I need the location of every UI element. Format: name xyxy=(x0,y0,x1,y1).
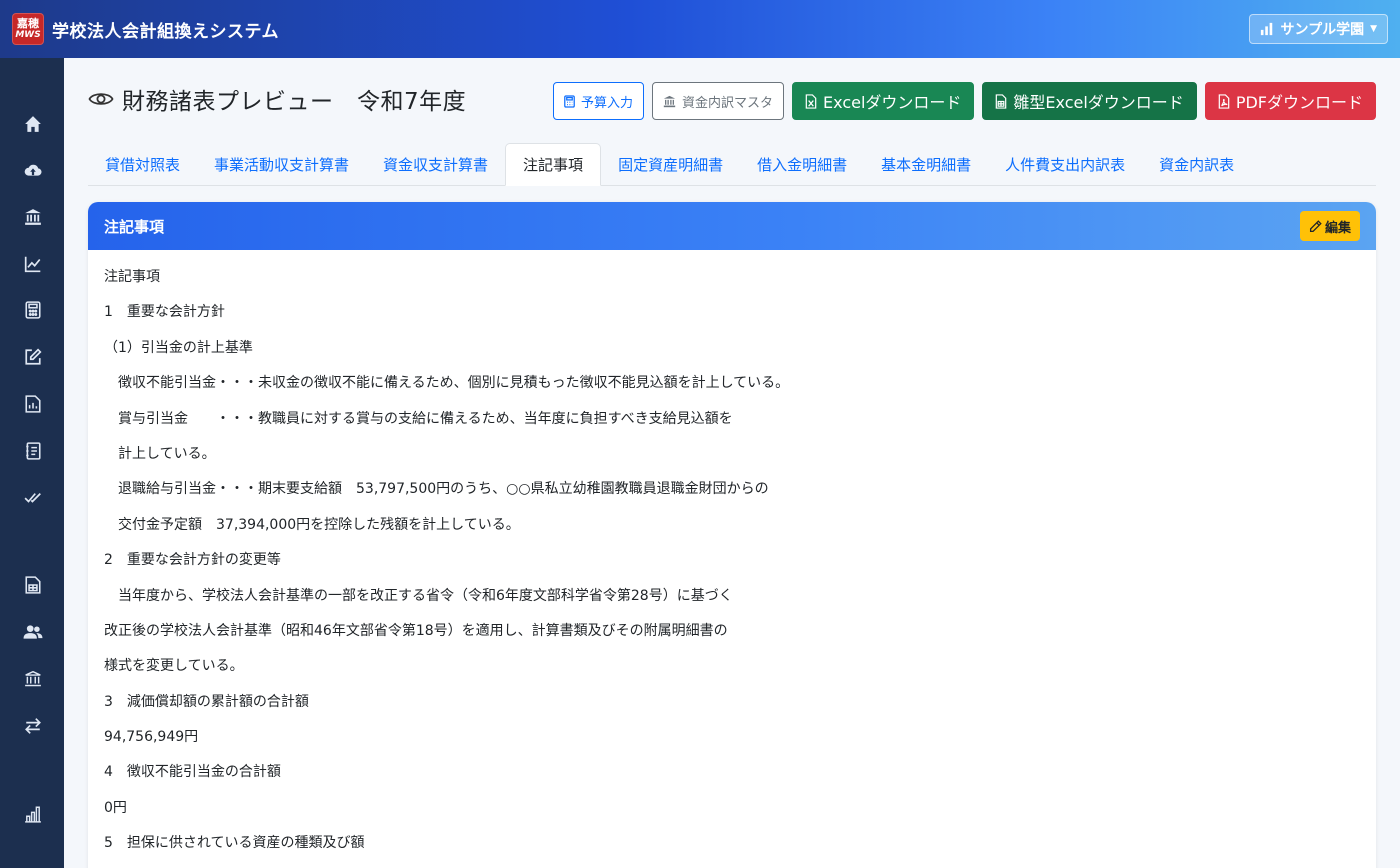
app-logo[interactable]: 嘉穂 MWS xyxy=(12,13,44,45)
calculator-icon[interactable] xyxy=(22,299,44,321)
notes-line: 0円 xyxy=(104,799,127,816)
cloud-upload-icon[interactable] xyxy=(22,159,44,181)
notes-line: 4 徴収不能引当金の合計額 xyxy=(104,764,281,781)
notes-line: 3 減価償却額の累計額の合計額 xyxy=(104,693,309,710)
notes-line: 1 重要な会計方針 xyxy=(104,304,225,321)
file-spreadsheet-icon xyxy=(996,93,1007,109)
tab-cash-flow-statement[interactable]: 資金収支計算書 xyxy=(366,143,505,185)
caret-down-icon: ▼ xyxy=(1370,24,1377,34)
calculator-icon xyxy=(564,94,575,108)
template-excel-download-label: 雛型Excelダウンロード xyxy=(1013,93,1184,112)
tab-notes[interactable]: 注記事項 xyxy=(505,143,602,186)
main-content: 財務諸表プレビュー 令和7年度 予算入力 資金内訳マスタ Excelダウンロード… xyxy=(64,58,1400,868)
notes-line: 2 重要な会計方針の変更等 xyxy=(104,552,281,569)
eye-icon xyxy=(88,93,114,105)
journal-icon[interactable] xyxy=(22,440,44,462)
tab-fund-breakdown[interactable]: 資金内訳表 xyxy=(1142,143,1251,185)
institution-icon[interactable] xyxy=(22,668,44,690)
check-double-icon[interactable] xyxy=(22,486,44,508)
app-title[interactable]: 学校法人会計組換えシステム xyxy=(52,17,279,42)
home-icon[interactable] xyxy=(22,113,44,135)
edit-icon[interactable] xyxy=(22,346,44,368)
sidebar xyxy=(0,58,64,868)
file-excel-icon xyxy=(805,93,817,109)
notes-line: 交付金予定額 37,394,000円を控除した残額を計上している。 xyxy=(104,516,520,533)
tab-personnel-expenses[interactable]: 人件費支出内訳表 xyxy=(988,143,1142,185)
fund-master-button[interactable]: 資金内訳マスタ xyxy=(652,82,785,120)
bank-icon[interactable] xyxy=(22,206,44,228)
pdf-download-label: PDFダウンロード xyxy=(1235,93,1363,112)
tab-activity-statement[interactable]: 事業活動収支計算書 xyxy=(197,143,366,185)
users-icon[interactable] xyxy=(22,621,44,643)
logo-text-top: 嘉穂 xyxy=(17,17,39,30)
school-name: サンプル学園 xyxy=(1280,22,1365,38)
notes-line: 注記事項 xyxy=(104,269,160,285)
notes-line: 94,756,949円 xyxy=(104,729,199,746)
logo-text-bottom: MWS xyxy=(15,30,41,40)
transfer-icon[interactable] xyxy=(22,715,44,737)
card-header: 注記事項 編集 xyxy=(88,202,1376,250)
edit-button[interactable]: 編集 xyxy=(1299,211,1360,241)
fund-master-label: 資金内訳マスタ xyxy=(682,95,774,111)
page-title: 財務諸表プレビュー 令和7年度 xyxy=(122,89,467,115)
excel-download-label: Excelダウンロード xyxy=(823,93,962,112)
building-chart-icon xyxy=(1261,22,1273,36)
notes-line: 当年度から、学校法人会計基準の一部を改正する省令（令和6年度文部科学省令第28号… xyxy=(104,587,733,604)
top-navbar: 嘉穂 MWS 学校法人会計組換えシステム サンプル学園 ▼ xyxy=(0,0,1400,58)
notes-line: 改正後の学校法人会計基準（昭和46年文部省令第18号）を適用し、計算書類及びその… xyxy=(104,622,728,639)
notes-line: 計上している。 xyxy=(104,445,216,462)
tab-fixed-assets[interactable]: 固定資産明細書 xyxy=(601,143,740,185)
notes-body: 注記事項 1 重要な会計方針 （1）引当金の計上基準 徴収不能引当金・・・未収金… xyxy=(88,250,1376,868)
notes-line: 賞与引当金 ・・・教職員に対する賞与の支給に備えるため、当年度に負担すべき支給見… xyxy=(104,410,733,427)
excel-download-button[interactable]: Excelダウンロード xyxy=(792,82,975,120)
action-toolbar: 予算入力 資金内訳マスタ Excelダウンロード 雛型Excelダウンロード P… xyxy=(553,82,1376,120)
statement-tabs: 貸借対照表 事業活動収支計算書 資金収支計算書 注記事項 固定資産明細書 借入金… xyxy=(88,143,1376,186)
pdf-download-button[interactable]: PDFダウンロード xyxy=(1204,82,1376,120)
school-selector-button[interactable]: サンプル学園 ▼ xyxy=(1249,14,1388,44)
tab-borrowings[interactable]: 借入金明細書 xyxy=(740,143,864,185)
notes-line: 徴収不能引当金・・・未収金の徴収不能に備えるため、個別に見積もった徴収不能見込額… xyxy=(104,375,790,392)
notes-line: 退職給与引当金・・・期末要支給額 53,797,500円のうち、○○県私立幼稚園… xyxy=(104,481,769,498)
template-excel-download-button[interactable]: 雛型Excelダウンロード xyxy=(982,82,1197,120)
bank-icon xyxy=(663,95,676,107)
edit-label: 編集 xyxy=(1324,220,1351,236)
pencil-icon xyxy=(1309,219,1322,232)
budget-input-button[interactable]: 予算入力 xyxy=(553,82,645,120)
notes-line: 5 担保に供されている資産の種類及び額 xyxy=(104,835,365,852)
budget-input-label: 予算入力 xyxy=(581,95,634,111)
report-icon[interactable] xyxy=(22,393,44,415)
chart-line-icon[interactable] xyxy=(22,253,44,275)
card-title: 注記事項 xyxy=(104,217,165,236)
file-pdf-icon xyxy=(1218,93,1230,109)
notes-card: 注記事項 編集 注記事項 1 重要な会計方針 （1）引当金の計上基準 徴収不能引… xyxy=(88,202,1376,868)
page-header: 財務諸表プレビュー 令和7年度 xyxy=(88,82,466,116)
tab-balance-sheet[interactable]: 貸借対照表 xyxy=(88,143,197,185)
notes-line: （1）引当金の計上基準 xyxy=(104,339,253,356)
building-chart-icon[interactable] xyxy=(22,803,44,825)
spreadsheet-icon[interactable] xyxy=(22,574,44,596)
tab-basic-fund[interactable]: 基本金明細書 xyxy=(864,143,988,185)
notes-line: 様式を変更している。 xyxy=(104,658,244,675)
